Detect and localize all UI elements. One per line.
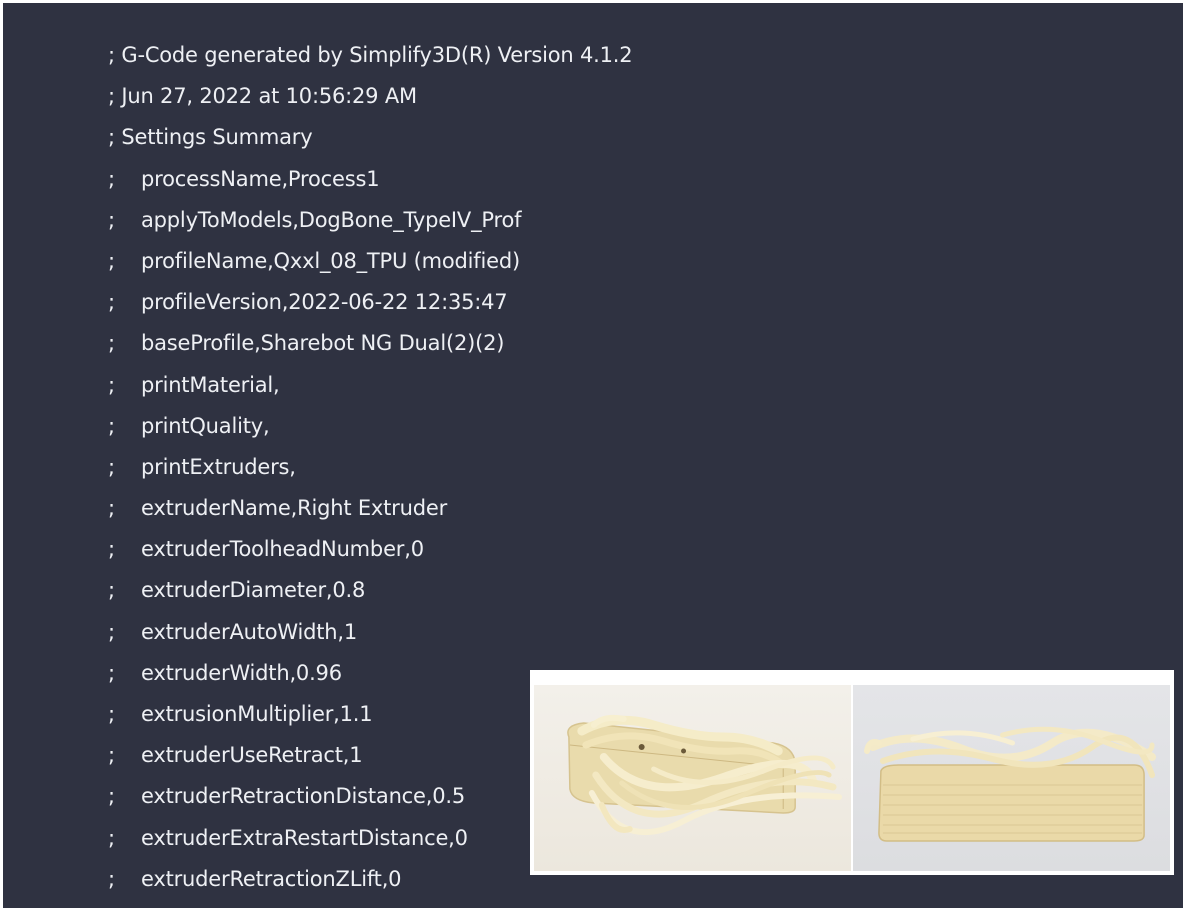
- gcode-line: ; extruderToolheadNumber,0: [108, 529, 632, 570]
- gcode-line-text: printExtruders,: [141, 454, 296, 479]
- comment-marker: ;: [108, 166, 115, 191]
- gcode-line-text: extruderRetractionDistance,0.5: [141, 784, 466, 809]
- comment-marker: ;: [108, 43, 115, 67]
- comment-marker: ;: [108, 619, 115, 644]
- gcode-line-text: extruderAutoWidth,1: [141, 619, 358, 644]
- comment-marker: ;: [108, 454, 115, 479]
- print-photos-panel: [530, 670, 1174, 875]
- comment-marker: ;: [108, 496, 115, 521]
- comment-marker: ;: [108, 84, 115, 109]
- gcode-line: ; applyToModels,DogBone_TypeIV_Prof: [108, 200, 632, 241]
- gcode-line-text: Jun 27, 2022 at 10:56:29 AM: [114, 84, 417, 109]
- comment-marker: ;: [108, 290, 115, 315]
- gcode-line: ; extruderName,Right Extruder: [108, 488, 632, 529]
- comment-marker: ;: [108, 784, 115, 809]
- gcode-line: ; profileVersion,2022-06-22 12:35:47: [108, 282, 632, 323]
- comment-marker: ;: [108, 578, 115, 603]
- comment-marker: ;: [108, 660, 115, 685]
- comment-marker: ;: [108, 248, 115, 273]
- gcode-line: ; printExtruders,: [108, 447, 632, 488]
- gcode-line: ; processName,Process1: [108, 159, 632, 200]
- gcode-line-text: profileVersion,2022-06-22 12:35:47: [141, 290, 508, 315]
- gcode-line-text: extruderDiameter,0.8: [141, 578, 366, 603]
- printed-part-side-image: [863, 726, 1157, 842]
- gcode-line-text: applyToModels,DogBone_TypeIV_Prof: [141, 207, 522, 232]
- gcode-line-text: Settings Summary: [114, 125, 313, 150]
- gcode-line: ;extruderRetractionSpeed,3600: [108, 900, 632, 909]
- comment-marker: ;: [108, 702, 115, 726]
- gcode-line: ; printMaterial,: [108, 365, 632, 406]
- gcode-line: ; Settings Summary: [108, 117, 632, 158]
- gcode-line: ; G-Code generated by Simplify3D(R) Vers…: [108, 35, 633, 76]
- gcode-line-text: printMaterial,: [141, 372, 280, 397]
- gcode-line-text: extruderWidth,0.96: [141, 660, 342, 685]
- gcode-line-text: profileName,Qxxl_08_TPU (modified): [141, 248, 520, 273]
- printed-part-angled-image: [567, 714, 843, 836]
- comment-marker: ;: [108, 331, 115, 356]
- comment-marker: ;: [108, 537, 115, 562]
- print-photo-side: [853, 685, 1170, 871]
- gcode-line-text: extruderRetractionZLift,0: [141, 866, 402, 891]
- comment-marker: ;: [108, 825, 115, 850]
- gcode-line-text: printQuality,: [141, 413, 270, 438]
- comment-marker: ;: [108, 413, 115, 438]
- gcode-line-text: extrusionMultiplier,1.1: [141, 702, 373, 726]
- gcode-line: ; extruderDiameter,0.8: [108, 570, 632, 611]
- comment-marker: ;: [108, 900, 141, 909]
- gcode-line: ; Jun 27, 2022 at 10:56:29 AM: [108, 76, 632, 117]
- gcode-line: ; baseProfile,Sharebot NG Dual(2)(2): [108, 323, 632, 364]
- comment-marker: ;: [108, 866, 115, 891]
- comment-marker: ;: [108, 207, 115, 232]
- print-photo-angled: [534, 685, 851, 871]
- gcode-line: ; printQuality,: [108, 406, 632, 447]
- comment-marker: ;: [108, 743, 115, 768]
- gcode-line-text: extruderToolheadNumber,0: [141, 537, 424, 562]
- gcode-line: ; extruderAutoWidth,1: [108, 612, 632, 653]
- gcode-line-text: G-Code generated by Simplify3D(R) Versio…: [114, 43, 633, 67]
- gcode-line-text: extruderName,Right Extruder: [141, 496, 448, 521]
- gcode-line: ; profileName,Qxxl_08_TPU (modified): [108, 241, 632, 282]
- gcode-line-text: processName,Process1: [141, 166, 380, 191]
- gcode-line-text: extruderUseRetract,1: [141, 743, 363, 768]
- gcode-line-text: baseProfile,Sharebot NG Dual(2)(2): [141, 331, 505, 356]
- comment-marker: ;: [108, 372, 115, 397]
- gcode-line-text: extruderExtraRestartDistance,0: [141, 825, 468, 850]
- comment-marker: ;: [108, 125, 115, 150]
